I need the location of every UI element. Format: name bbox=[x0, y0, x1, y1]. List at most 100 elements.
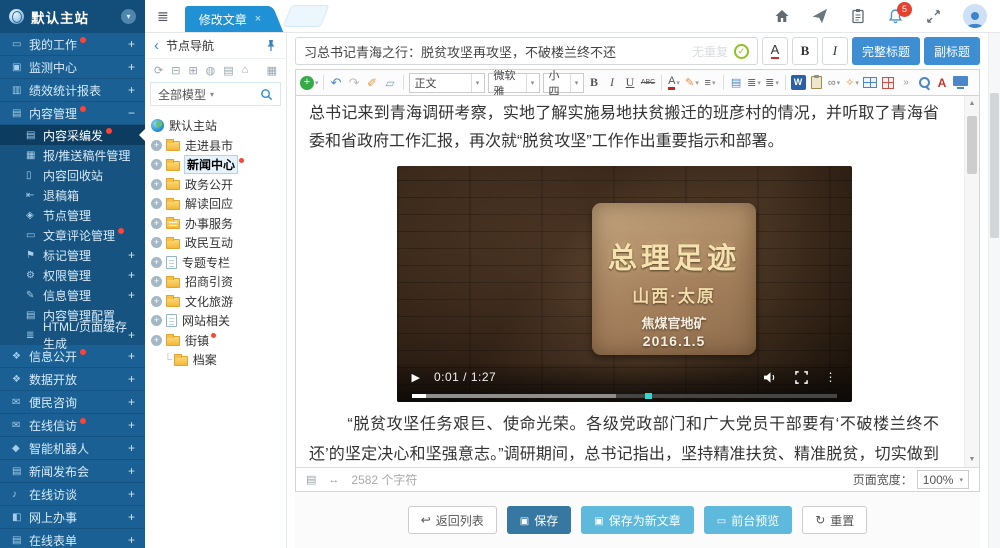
tree-node[interactable]: └ 走进县市 bbox=[151, 136, 282, 156]
expand-collapse-sign[interactable]: + bbox=[128, 268, 135, 282]
resize-width-icon[interactable]: ↔ bbox=[328, 474, 339, 486]
sidebar-item[interactable]: 我的工作 + bbox=[0, 33, 145, 56]
page-width-select[interactable]: 100% ▾ bbox=[917, 470, 969, 489]
unordered-list-button[interactable]: ≣▾ bbox=[764, 73, 781, 93]
sidebar-item[interactable]: 信息公开 + bbox=[0, 345, 145, 368]
scroll-down-arrow[interactable]: ▼ bbox=[965, 456, 979, 463]
expand-collapse-sign[interactable]: + bbox=[128, 288, 135, 302]
underline-button[interactable]: U bbox=[622, 73, 639, 93]
expand-collapse-sign[interactable]: + bbox=[128, 441, 135, 455]
sidebar-item[interactable]: 内容管理 − bbox=[0, 102, 145, 125]
bold-button[interactable]: B bbox=[586, 73, 603, 93]
video-menu-icon[interactable]: ⋮ bbox=[825, 370, 837, 384]
video-progress-bar[interactable] bbox=[412, 394, 837, 398]
expand-collapse-sign[interactable]: + bbox=[128, 487, 135, 501]
footer-button[interactable]: 前台预览 bbox=[704, 506, 792, 534]
paste-word-button[interactable]: W bbox=[790, 73, 807, 93]
footer-button[interactable]: 重置 bbox=[802, 506, 867, 534]
expand-collapse-sign[interactable]: + bbox=[128, 464, 135, 478]
sidebar-item[interactable]: 报/推送稿件管理 bbox=[0, 145, 145, 165]
tree-node-label[interactable]: 街镇 bbox=[185, 332, 209, 349]
title-bold-button[interactable]: B bbox=[792, 37, 818, 65]
subtitle-button[interactable]: 副标题 bbox=[924, 37, 980, 65]
sidebar-item[interactable]: 新闻发布会 + bbox=[0, 460, 145, 483]
paste-text-button[interactable] bbox=[808, 73, 825, 93]
sidebar-item[interactable]: 网上办事 + bbox=[0, 506, 145, 529]
pin-icon[interactable] bbox=[265, 39, 277, 52]
more-tools-button[interactable]: » bbox=[898, 73, 915, 93]
tree-node[interactable]: └ 政民互动 bbox=[151, 233, 282, 253]
tree-node[interactable]: └ 专题专栏 bbox=[151, 253, 282, 273]
tree-expander-icon[interactable] bbox=[151, 296, 162, 307]
sidebar-item[interactable]: 退稿箱 bbox=[0, 185, 145, 205]
article-title-input[interactable] bbox=[304, 44, 686, 59]
sidebar-item[interactable]: 信息管理 + bbox=[0, 285, 145, 305]
indent-button[interactable]: ▤ bbox=[728, 73, 745, 93]
search-replace-button[interactable] bbox=[916, 73, 933, 93]
collapse-panel-icon[interactable]: ‹ bbox=[154, 38, 159, 53]
refresh-icon[interactable]: ⟳ bbox=[154, 64, 163, 77]
expand-collapse-sign[interactable]: + bbox=[128, 328, 135, 342]
tree-node-label[interactable]: 文化旅游 bbox=[185, 293, 233, 310]
expand-collapse-sign[interactable]: + bbox=[128, 395, 135, 409]
fullscreen-expand-icon[interactable] bbox=[925, 8, 942, 25]
page-scrollbar-thumb[interactable] bbox=[990, 93, 999, 238]
expand-collapse-sign[interactable]: + bbox=[128, 418, 135, 432]
tree-node-label[interactable]: 新闻中心 bbox=[185, 156, 237, 173]
expand-all-icon[interactable]: ⊞ bbox=[188, 64, 197, 77]
scrollbar-thumb[interactable] bbox=[967, 116, 977, 174]
preview-button[interactable] bbox=[952, 73, 969, 93]
tree-node-label[interactable]: 专题专栏 bbox=[182, 254, 230, 271]
footer-button[interactable]: 保存 bbox=[507, 506, 571, 534]
format-brush-button[interactable]: ✐ bbox=[364, 73, 381, 93]
quick-send-icon[interactable] bbox=[811, 8, 828, 25]
tree-node-label[interactable]: 招商引资 bbox=[185, 273, 233, 290]
expand-collapse-sign[interactable]: − bbox=[128, 106, 135, 120]
collapse-all-icon[interactable]: ⊟ bbox=[171, 64, 180, 77]
sidebar-item[interactable]: 在线访谈 + bbox=[0, 483, 145, 506]
scroll-up-arrow[interactable]: ▲ bbox=[965, 100, 979, 107]
tree-node[interactable]: └ 新闻中心 bbox=[151, 155, 282, 175]
sidebar-item[interactable]: 便民咨询 + bbox=[0, 391, 145, 414]
tree-expander-icon[interactable] bbox=[151, 335, 162, 346]
redo-button[interactable]: ↷ bbox=[346, 73, 363, 93]
panel-settings-icon[interactable]: ▦ bbox=[267, 64, 277, 77]
model-filter-select[interactable]: 全部模型 bbox=[158, 86, 206, 103]
tree-expander-icon[interactable] bbox=[151, 237, 162, 248]
editor-scrollbar[interactable]: ▲ ▼ bbox=[964, 96, 979, 467]
eraser-button[interactable]: ▱ bbox=[382, 73, 399, 93]
paragraph-format-select[interactable]: 正文▾ bbox=[409, 73, 485, 93]
tree-node[interactable]: └ 街镇 bbox=[151, 331, 282, 351]
tree-node[interactable]: └ 政务公开 bbox=[151, 175, 282, 195]
volume-icon[interactable] bbox=[763, 371, 778, 384]
tree-node[interactable]: └ 默认主站 bbox=[151, 116, 282, 136]
page-scrollbar[interactable] bbox=[988, 33, 1000, 548]
sidebar-item[interactable]: 监测中心 + bbox=[0, 56, 145, 79]
sidebar-item[interactable]: HTML/页面缓存生成 + bbox=[0, 325, 145, 345]
tree-node-label[interactable]: 办事服务 bbox=[185, 215, 233, 232]
tree-node-label[interactable]: 政民互动 bbox=[185, 234, 233, 251]
tree-expander-icon[interactable] bbox=[151, 218, 162, 229]
full-title-button[interactable]: 完整标题 bbox=[852, 37, 920, 65]
sidebar-item[interactable]: 权限管理 + bbox=[0, 265, 145, 285]
menu-toggle-icon[interactable]: ≣ bbox=[157, 8, 169, 25]
ordered-list-button[interactable]: ≣▾ bbox=[746, 73, 763, 93]
highlight-color-button[interactable]: ✎▾ bbox=[684, 73, 701, 93]
sidebar-item[interactable]: 标记管理 + bbox=[0, 245, 145, 265]
title-italic-button[interactable]: I bbox=[822, 37, 848, 65]
insert-table-button[interactable] bbox=[862, 73, 879, 93]
red-header-button[interactable] bbox=[880, 73, 897, 93]
sidebar-item[interactable]: 节点管理 bbox=[0, 205, 145, 225]
title-color-button[interactable]: A bbox=[762, 37, 788, 65]
strikethrough-button[interactable]: ABC bbox=[640, 73, 657, 93]
sidebar-item[interactable]: 绩效统计报表 + bbox=[0, 79, 145, 102]
tree-node-label[interactable]: 档案 bbox=[193, 351, 217, 368]
site-icon[interactable]: ◍ bbox=[206, 64, 216, 77]
font-family-select[interactable]: 微软雅▾ bbox=[488, 73, 540, 93]
tree-node-label[interactable]: 网站相关 bbox=[182, 312, 230, 329]
sidebar-item[interactable]: 内容采编发 bbox=[0, 125, 145, 145]
sidebar-item[interactable]: 内容回收站 bbox=[0, 165, 145, 185]
editor-canvas[interactable]: 总书记来到青海调研考察，实地了解实施易地扶贫搬迁的班彦村的情况，并听取了青海省委… bbox=[296, 96, 979, 467]
footer-button[interactable]: 返回列表 bbox=[408, 506, 497, 534]
element-path-icon[interactable]: ▤ bbox=[306, 473, 316, 486]
